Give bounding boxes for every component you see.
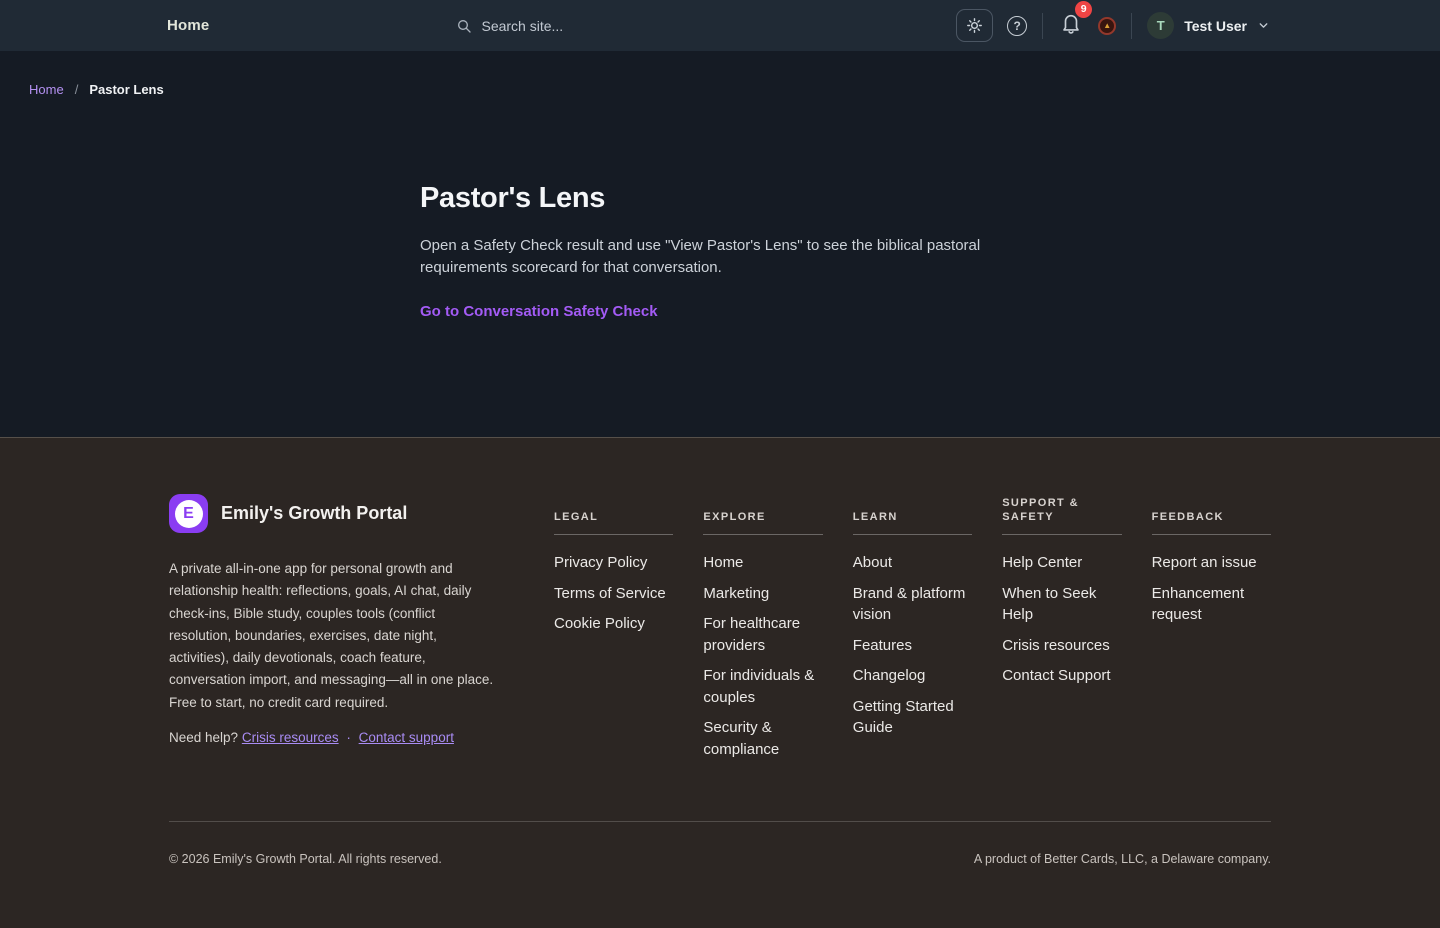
footer-link[interactable]: Cookie Policy — [554, 615, 645, 632]
help-links-separator: · — [346, 730, 351, 745]
search-bar[interactable] — [456, 18, 701, 34]
footer-bottom-bar: © 2026 Emily's Growth Portal. All rights… — [169, 822, 1271, 928]
page-content: Pastor's Lens Open a Safety Check result… — [420, 182, 1020, 321]
footer-link[interactable]: Features — [853, 637, 912, 654]
breadcrumb-current: Pastor Lens — [89, 82, 163, 97]
theme-toggle-button[interactable] — [956, 9, 993, 42]
footer: E Emily's Growth Portal A private all-in… — [0, 437, 1440, 928]
page-description: Open a Safety Check result and use "View… — [420, 235, 1010, 279]
help-icon: ? — [1007, 16, 1027, 36]
footer-column-rule — [1152, 534, 1271, 535]
footer-link[interactable]: Enhancement request — [1152, 585, 1245, 624]
nav-home-link[interactable]: Home — [167, 17, 209, 34]
brand-logo-letter: E — [175, 500, 203, 528]
company-text: A product of Better Cards, LLC, a Delawa… — [974, 852, 1271, 866]
footer-column-feedback: FEEDBACK Report an issue Enhancement reque… — [1152, 494, 1271, 769]
footer-link[interactable]: Brand & platform vision — [853, 585, 966, 624]
brand-name: Emily's Growth Portal — [221, 503, 407, 524]
user-menu[interactable]: T Test User — [1147, 12, 1270, 39]
footer-column-heading: EXPLORE — [703, 510, 765, 524]
need-help-row: Need help? Crisis resources · Contact su… — [169, 730, 499, 745]
crisis-alert-icon[interactable]: ▲ — [1098, 17, 1116, 35]
need-help-label: Need help? — [169, 730, 238, 745]
user-name: Test User — [1184, 18, 1247, 34]
footer-link[interactable]: Getting Started Guide — [853, 698, 954, 737]
chevron-down-icon — [1257, 19, 1270, 32]
footer-link[interactable]: Marketing — [703, 585, 769, 602]
brand-logo: E — [169, 494, 208, 533]
nav-divider — [1042, 13, 1043, 39]
footer-link[interactable]: Changelog — [853, 667, 926, 684]
avatar: T — [1147, 12, 1174, 39]
footer-link[interactable]: Privacy Policy — [554, 554, 647, 571]
footer-link[interactable]: For healthcare providers — [703, 615, 800, 654]
footer-column-rule — [853, 534, 972, 535]
contact-support-link[interactable]: Contact support — [359, 730, 454, 745]
help-button[interactable]: ? — [1007, 16, 1027, 36]
sun-icon — [966, 17, 983, 34]
footer-column-heading: LEGAL — [554, 510, 598, 524]
footer-link[interactable]: Terms of Service — [554, 585, 666, 602]
footer-column-heading: LEARN — [853, 510, 898, 524]
breadcrumb: Home / Pastor Lens — [0, 51, 1440, 97]
footer-link[interactable]: Home — [703, 554, 743, 571]
footer-column-learn: LEARN About Brand & platform vision Feature… — [853, 494, 972, 769]
footer-link[interactable]: About — [853, 554, 892, 571]
footer-column-rule — [554, 534, 673, 535]
brand-description: A private all-in-one app for personal gr… — [169, 558, 499, 714]
footer-link[interactable]: Help Center — [1002, 554, 1082, 571]
footer-link[interactable]: For individuals & couples — [703, 667, 814, 706]
footer-link[interactable]: Security & compliance — [703, 719, 779, 758]
page-title: Pastor's Lens — [420, 182, 1020, 215]
footer-link[interactable]: Crisis resources — [1002, 637, 1110, 654]
footer-column-heading: SUPPORT & SAFETY — [1002, 496, 1121, 524]
notification-badge: 9 — [1075, 1, 1092, 18]
footer-link[interactable]: Report an issue — [1152, 554, 1257, 571]
notifications-button[interactable]: 9 — [1058, 10, 1084, 41]
footer-link[interactable]: Contact Support — [1002, 667, 1110, 684]
footer-column-heading: FEEDBACK — [1152, 510, 1224, 524]
copyright-text: © 2026 Emily's Growth Portal. All rights… — [169, 852, 442, 866]
footer-column-explore: EXPLORE Home Marketing For healthcare provi… — [703, 494, 822, 769]
search-input[interactable] — [481, 18, 701, 34]
breadcrumb-home-link[interactable]: Home — [29, 82, 64, 97]
search-icon — [456, 18, 472, 34]
footer-column-rule — [1002, 534, 1121, 535]
crisis-resources-link[interactable]: Crisis resources — [242, 730, 339, 745]
footer-column-support-safety: SUPPORT & SAFETY Help Center When to Seek … — [1002, 494, 1121, 769]
footer-brand: E Emily's Growth Portal A private all-in… — [169, 494, 524, 769]
footer-link[interactable]: When to Seek Help — [1002, 585, 1096, 624]
footer-column-legal: LEGAL Privacy Policy Terms of Service Cooki… — [554, 494, 673, 769]
go-to-safety-check-link[interactable]: Go to Conversation Safety Check — [420, 303, 658, 320]
breadcrumb-separator: / — [75, 82, 79, 97]
nav-divider — [1131, 13, 1132, 39]
top-nav: Home ? — [0, 0, 1440, 51]
main-area: Home / Pastor Lens Pastor's Lens Open a … — [0, 51, 1440, 437]
nav-actions: ? 9 ▲ T Test User — [956, 9, 1270, 42]
footer-column-rule — [703, 534, 822, 535]
